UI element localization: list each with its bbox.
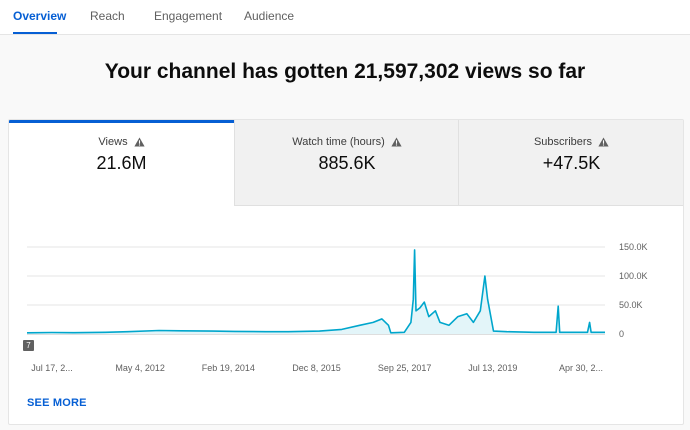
metric-watch-time[interactable]: Watch time (hours) 885.6K — [234, 120, 459, 206]
x-tick-label: Dec 8, 2015 — [292, 363, 341, 373]
metric-value-views: 21.6M — [96, 153, 147, 173]
views-chart-svg: 150.0K 100.0K 50.0K 0 Jul 17, 2... May 4, 201… — [26, 242, 648, 373]
metric-label-text: Subscribers — [533, 136, 593, 148]
y-tick-label: 0 — [619, 329, 624, 339]
x-tick-label: Jul 13, 2019 — [468, 363, 517, 373]
metric-label-watch-time: Watch time (hours) — [235, 136, 459, 148]
y-tick-label: 100.0K — [619, 271, 648, 281]
metric-value-watch-time: 885.6K — [318, 153, 376, 173]
x-tick-label: Feb 19, 2014 — [202, 363, 255, 373]
y-tick-label: 150.0K — [619, 242, 648, 252]
page-headline: Your channel has gotten 21,597,302 views… — [104, 60, 586, 83]
metric-active-accent — [9, 120, 234, 123]
metric-value-subscribers: +47.5K — [542, 153, 601, 173]
x-tick-label: Apr 30, 2... — [559, 363, 603, 373]
views-chart: 150.0K 100.0K 50.0K 0 Jul 17, 2... May 4, 201… — [9, 230, 683, 380]
active-tab-indicator — [13, 32, 57, 34]
tab-engagement[interactable]: Engagement — [154, 9, 222, 23]
tab-reach[interactable]: Reach — [90, 9, 125, 23]
x-tick-label: May 4, 2012 — [115, 363, 165, 373]
tab-overview[interactable]: Overview — [13, 9, 66, 23]
overview-card: Views 21.6M Watch time (hours) 885.6K Su… — [8, 119, 684, 425]
warning-icon — [598, 137, 609, 147]
series-area — [27, 249, 605, 334]
x-tick-label: Jul 17, 2... — [31, 363, 73, 373]
tab-audience[interactable]: Audience — [244, 9, 294, 23]
warning-icon — [133, 137, 145, 147]
x-tick-label: Sep 25, 2017 — [378, 363, 432, 373]
metric-subscribers[interactable]: Subscribers +47.5K — [458, 120, 683, 206]
metric-label-text: Views — [98, 136, 128, 148]
y-tick-label: 50.0K — [619, 300, 643, 310]
warning-icon — [391, 137, 402, 147]
see-more-link[interactable]: SEE MORE — [27, 397, 87, 409]
metric-views[interactable]: Views 21.6M — [9, 120, 234, 205]
series-line — [26, 249, 605, 334]
metric-label-subscribers: Subscribers — [459, 136, 683, 148]
metric-label-text: Watch time (hours) — [292, 136, 385, 148]
tab-bar: Overview Reach Engagement Audience — [0, 0, 690, 35]
metric-label-views: Views — [9, 136, 234, 148]
annotation-badge[interactable]: 7 — [23, 340, 34, 351]
